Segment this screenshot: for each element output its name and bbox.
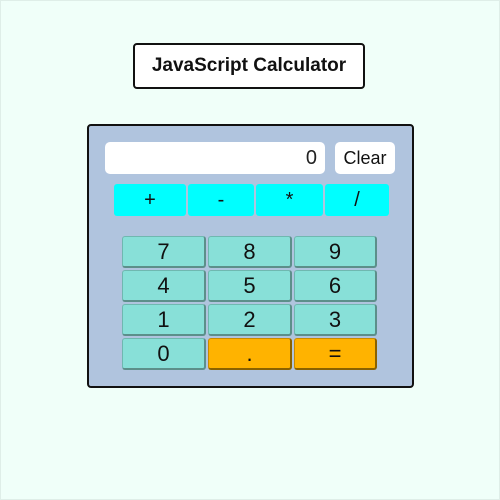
page-title-text: JavaScript Calculator bbox=[151, 55, 347, 76]
operator-plus-button[interactable]: + bbox=[114, 184, 186, 216]
calculator-panel: Clear + - * / 7 8 9 4 5 6 1 2 3 0 . = bbox=[87, 124, 414, 388]
key-3-button[interactable]: 3 bbox=[294, 304, 377, 336]
key-7-button[interactable]: 7 bbox=[122, 236, 206, 268]
calculator-display[interactable] bbox=[105, 142, 325, 174]
key-4-button[interactable]: 4 bbox=[122, 270, 206, 302]
decimal-button[interactable]: . bbox=[208, 338, 292, 370]
page-title: JavaScript Calculator bbox=[133, 43, 365, 89]
operator-minus-button[interactable]: - bbox=[188, 184, 254, 216]
operator-multiply-button[interactable]: * bbox=[256, 184, 323, 216]
key-2-button[interactable]: 2 bbox=[208, 304, 292, 336]
key-5-button[interactable]: 5 bbox=[208, 270, 292, 302]
key-1-button[interactable]: 1 bbox=[122, 304, 206, 336]
clear-button[interactable]: Clear bbox=[335, 142, 395, 174]
operator-divide-button[interactable]: / bbox=[325, 184, 389, 216]
key-9-button[interactable]: 9 bbox=[294, 236, 377, 268]
number-pad: 7 8 9 4 5 6 1 2 3 0 . = bbox=[122, 236, 377, 371]
operator-row: + - * / bbox=[114, 184, 389, 216]
key-0-button[interactable]: 0 bbox=[122, 338, 206, 370]
equals-button[interactable]: = bbox=[294, 338, 377, 370]
key-6-button[interactable]: 6 bbox=[294, 270, 377, 302]
key-8-button[interactable]: 8 bbox=[208, 236, 292, 268]
